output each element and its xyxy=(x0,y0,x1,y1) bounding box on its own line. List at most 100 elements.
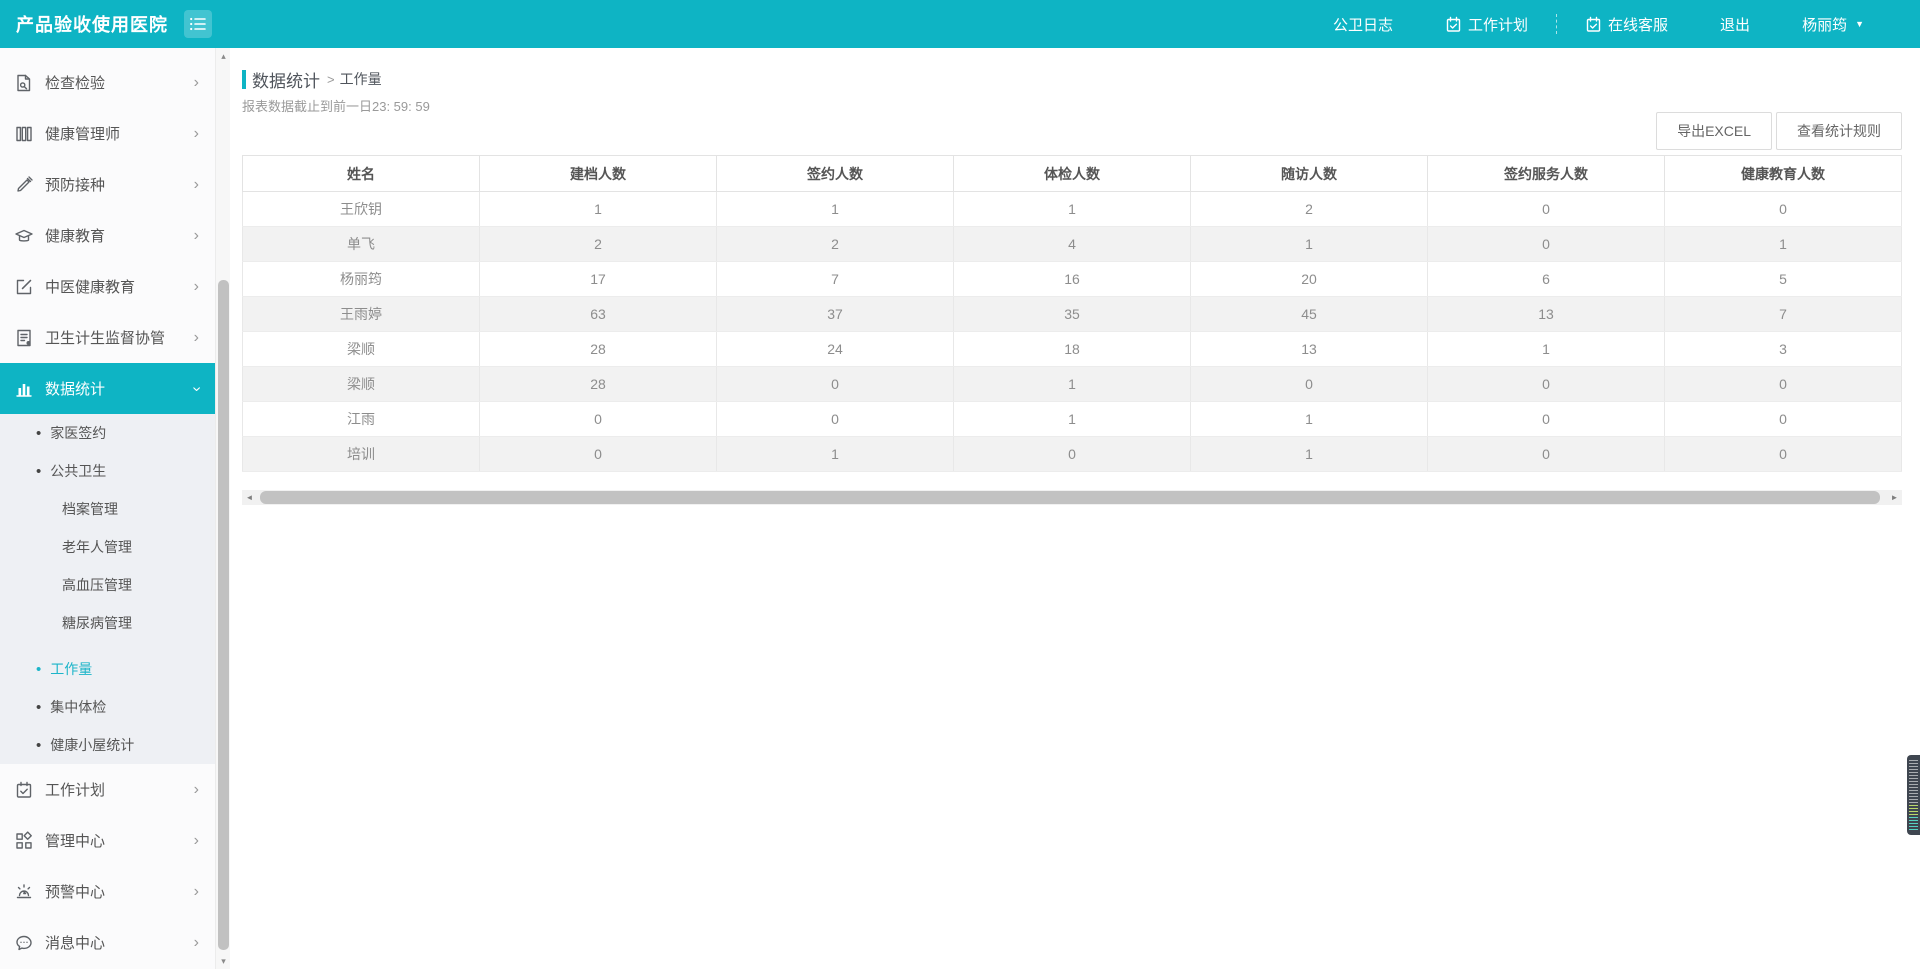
sidebar-item-label: 高血压管理 xyxy=(62,577,132,593)
main-content: 数据统计 > 工作量 报表数据截止到前一日23: 59: 59 导出EXCEL … xyxy=(230,48,1920,969)
sidebar-item-10[interactable]: 老年人管理 xyxy=(0,528,215,566)
column-header: 签约人数 xyxy=(716,155,954,192)
sidebar-item-8[interactable]: • 公共卫生 xyxy=(0,452,215,490)
table-row: 江雨 0 0 1 1 0 0 xyxy=(242,401,1902,437)
scroll-up-icon[interactable]: ▴ xyxy=(216,48,231,64)
cell-value: 2 xyxy=(716,226,954,262)
view-rules-button[interactable]: 查看统计规则 xyxy=(1776,112,1902,150)
cell-value: 0 xyxy=(1664,191,1902,227)
cell-value: 1 xyxy=(953,366,1191,402)
sidebar-item-0[interactable]: 检查检验 xyxy=(0,57,215,108)
bullet-icon: • xyxy=(36,698,42,716)
app-root: 产品验收使用医院 公卫日志工作计划在线客服退出杨丽筠▼ 检查检验健康管理师预防接… xyxy=(0,0,1920,969)
nav-item-1[interactable]: 工作计划 xyxy=(1419,0,1554,48)
sidebar-item-2[interactable]: 预防接种 xyxy=(0,159,215,210)
nav-item-label: 杨丽筠 xyxy=(1802,16,1848,34)
sidebar-item-14[interactable]: • 集中体检 xyxy=(0,688,215,726)
table-head: 姓名 建档人数 签约人数 体检人数 随访人数 签约服务人数 健康教育人数 xyxy=(242,155,1902,192)
sidebar-item-label: 消息中心 xyxy=(45,935,106,952)
sidebar-item-label: 家医签约 xyxy=(50,425,107,441)
sidebar-item-17[interactable]: 管理中心 xyxy=(0,815,215,866)
sidebar-item-7[interactable]: • 家医签约 xyxy=(0,414,215,452)
nav-item-5[interactable]: 杨丽筠 ▼ xyxy=(1776,0,1890,48)
sidebar-item-16[interactable]: 工作计划 xyxy=(0,764,215,815)
sidebar-item-9[interactable]: 档案管理 xyxy=(0,490,215,528)
cell-name: 杨丽筠 xyxy=(242,261,480,297)
books-icon xyxy=(14,124,34,144)
cell-value: 0 xyxy=(1427,191,1665,227)
sidebar-item-15[interactable]: • 健康小屋统计 xyxy=(0,726,215,764)
sidebar-item-label: 档案管理 xyxy=(62,501,118,517)
cell-value: 0 xyxy=(1664,401,1902,437)
side-widget-tab[interactable] xyxy=(1907,755,1920,835)
edit-square-icon xyxy=(14,277,34,297)
nav-item-label: 公卫日志 xyxy=(1333,16,1394,34)
cell-name: 江雨 xyxy=(242,401,480,437)
sidebar-item-12[interactable]: 糖尿病管理 xyxy=(0,604,215,642)
scroll-left-icon[interactable]: ◄ xyxy=(242,490,257,505)
nav-divider xyxy=(1556,14,1558,34)
nav-item-label: 在线客服 xyxy=(1608,16,1669,34)
cell-name: 王雨婷 xyxy=(242,296,480,332)
sidebar-scrollbar-thumb[interactable] xyxy=(218,280,229,950)
chevron-right-icon xyxy=(194,883,199,901)
scroll-down-icon[interactable]: ▾ xyxy=(216,953,231,969)
caret-down-icon: ▼ xyxy=(1855,19,1864,29)
cell-value: 7 xyxy=(1664,296,1902,332)
cell-value: 63 xyxy=(479,296,717,332)
nav-item-3[interactable]: 在线客服 xyxy=(1559,0,1694,48)
sidebar-item-3[interactable]: 健康教育 xyxy=(0,210,215,261)
chevron-right-icon xyxy=(194,74,199,92)
sidebar-item-label: 健康小屋统计 xyxy=(50,737,135,753)
side-widget-stripes-green xyxy=(1909,805,1918,817)
clipboard-check-icon xyxy=(1585,16,1602,33)
cell-value: 45 xyxy=(1190,296,1428,332)
clipboard-check-icon xyxy=(1445,16,1462,33)
sidebar-item-18[interactable]: 预警中心 xyxy=(0,866,215,917)
chevron-right-icon xyxy=(194,832,199,850)
sidebar-item-19[interactable]: 消息中心 xyxy=(0,917,215,968)
header-left: 产品验收使用医院 xyxy=(16,10,212,38)
side-widget-stripes-teal xyxy=(1909,817,1918,830)
nav-item-label: 退出 xyxy=(1720,16,1751,34)
sidebar-item-label: 卫生计生监督协管 xyxy=(45,330,166,347)
table-row: 梁顺 28 24 18 13 1 3 xyxy=(242,331,1902,367)
top-nav: 公卫日志 工作计划 在线客服 退出 杨丽筠 ▼ xyxy=(1307,0,1890,48)
accent-bar xyxy=(242,69,246,89)
nav-item-4[interactable]: 退出 xyxy=(1694,0,1776,48)
nav-item-label: 工作计划 xyxy=(1468,16,1529,34)
sidebar-item-5[interactable]: 卫生计生监督协管 xyxy=(0,312,215,363)
cell-value: 4 xyxy=(953,226,1191,262)
chevron-right-icon xyxy=(194,227,199,245)
syringe-icon xyxy=(14,175,34,195)
export-excel-button[interactable]: 导出EXCEL xyxy=(1656,112,1772,150)
cell-value: 1 xyxy=(1190,226,1428,262)
sidebar-item-4[interactable]: 中医健康教育 xyxy=(0,261,215,312)
menu-toggle-button[interactable] xyxy=(184,10,212,38)
hamburger-list-icon xyxy=(190,17,206,31)
table-header-row: 姓名 建档人数 签约人数 体检人数 随访人数 签约服务人数 健康教育人数 xyxy=(242,155,1902,192)
sidebar-item-label: 老年人管理 xyxy=(62,539,132,555)
cell-value: 17 xyxy=(479,261,717,297)
horizontal-scrollbar[interactable]: ◄ ► xyxy=(242,490,1902,505)
column-header: 姓名 xyxy=(242,155,480,192)
sidebar-scrollbar[interactable]: ▴ ▾ xyxy=(215,48,230,969)
chevron-right-icon xyxy=(194,934,199,952)
sidebar-item-label: 集中体检 xyxy=(50,699,107,715)
nav-item-0[interactable]: 公卫日志 xyxy=(1307,0,1419,48)
sidebar-item-6[interactable]: 数据统计 xyxy=(0,363,215,414)
chevron-right-icon xyxy=(194,125,199,143)
sidebar-item-label: 工作计划 xyxy=(45,782,106,799)
scroll-right-icon[interactable]: ► xyxy=(1887,490,1902,505)
sidebar-item-label: 检查检验 xyxy=(45,75,106,92)
cell-value: 2 xyxy=(479,226,717,262)
sidebar-item-13[interactable]: • 工作量 xyxy=(0,642,215,688)
horizontal-scrollbar-thumb[interactable] xyxy=(260,491,1880,504)
sidebar-item-11[interactable]: 高血压管理 xyxy=(0,566,215,604)
top-header: 产品验收使用医院 公卫日志 工作计划 在线客服 退出 杨丽筠 ▼ xyxy=(0,0,1920,48)
cell-value: 0 xyxy=(1427,226,1665,262)
table-row: 梁顺 28 0 1 0 0 0 xyxy=(242,366,1902,402)
breadcrumb-separator: > xyxy=(327,71,335,87)
chevron-right-icon xyxy=(194,329,199,347)
sidebar-item-1[interactable]: 健康管理师 xyxy=(0,108,215,159)
